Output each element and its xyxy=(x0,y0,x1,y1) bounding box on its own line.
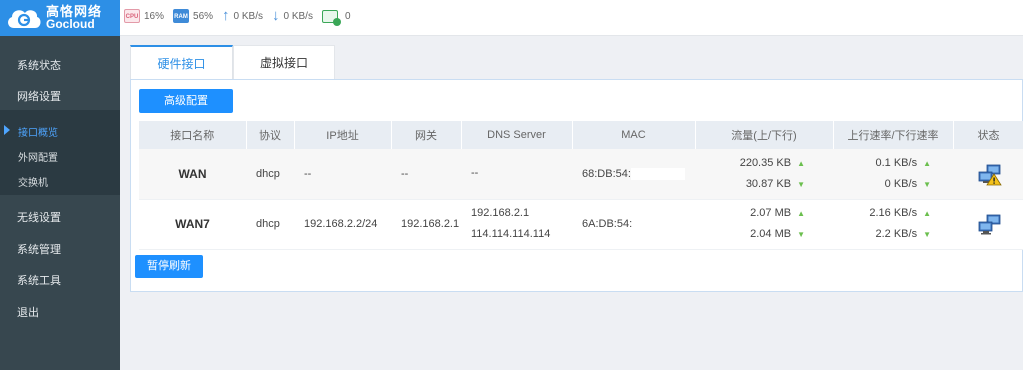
cell-traffic: 220.35 KB ▲ 30.87 KB ▼ xyxy=(695,149,833,200)
pause-refresh-button[interactable]: 暂停刷新 xyxy=(135,255,203,278)
cell-status xyxy=(953,199,1023,250)
online-devices: 0 xyxy=(321,9,351,26)
online-count: 0 xyxy=(344,10,351,22)
down-arrow-icon: ▼ xyxy=(923,230,931,239)
main-content: 硬件接口 虚拟接口 高级配置 接口名称 协议 IP地址 网关 DNS Serve… xyxy=(130,45,1023,293)
cell-dns: -- xyxy=(461,149,572,200)
cell-protocol: dhcp xyxy=(246,199,294,250)
cpu-usage: CPU 16% xyxy=(124,9,164,23)
download-value: 0 KB/s xyxy=(283,10,313,22)
active-marker-icon xyxy=(4,125,10,135)
online-devices-icon xyxy=(321,9,341,26)
download-arrow-icon: ↓ xyxy=(272,7,280,24)
table-row-wan7[interactable]: WAN7 dhcp 192.168.2.2/24 192.168.2.1 192… xyxy=(139,199,1023,250)
rate-up: 2.16 KB/s xyxy=(869,207,918,219)
dns-primary: 192.168.2.1 xyxy=(471,207,530,219)
sidebar-submenu: 接口概览 外网配置 交换机 xyxy=(0,110,120,195)
cell-status xyxy=(953,149,1023,200)
dns-secondary: 114.114.114.114 xyxy=(471,228,551,240)
sidebar-item-system-management[interactable]: 系统管理 xyxy=(17,241,61,257)
mac-value: 68:DB:54: xyxy=(582,167,631,180)
ram-icon: RAM xyxy=(173,9,190,23)
sidebar-item-wireless[interactable]: 无线设置 xyxy=(17,209,61,225)
advanced-config-button[interactable]: 高级配置 xyxy=(139,89,233,113)
col-header-dns: DNS Server xyxy=(461,121,573,149)
sidebar-subitem-switch[interactable]: 交换机 xyxy=(18,174,48,189)
interface-table: 接口名称 协议 IP地址 网关 DNS Server MAC 流量(上/下行) … xyxy=(139,121,1023,250)
col-header-status: 状态 xyxy=(953,121,1023,149)
col-header-rate: 上行速率/下行速率 xyxy=(833,121,954,149)
sidebar: 系统状态 网络设置 接口概览 外网配置 交换机 无线设置 系统管理 系统工具 退… xyxy=(0,36,120,370)
traffic-down: 2.04 MB xyxy=(750,228,792,240)
table-header-row: 接口名称 协议 IP地址 网关 DNS Server MAC 流量(上/下行) … xyxy=(139,121,1023,149)
cell-mac: 68:DB:54: xyxy=(572,149,695,200)
brand-name-en: Gocloud xyxy=(46,17,95,31)
col-header-gateway: 网关 xyxy=(391,121,462,149)
col-header-traffic: 流量(上/下行) xyxy=(695,121,834,149)
mac-redaction xyxy=(630,167,685,180)
cell-interface-name: WAN7 xyxy=(139,199,246,250)
cpu-icon: CPU xyxy=(124,9,140,23)
down-arrow-icon: ▼ xyxy=(797,179,805,189)
ram-value: 56% xyxy=(193,10,214,22)
dns-primary: -- xyxy=(471,167,479,180)
up-arrow-icon: ▲ xyxy=(923,158,931,168)
cell-ip: 192.168.2.2/24 xyxy=(294,199,391,250)
cell-rate: 0.1 KB/s ▲ 0 KB/s ▼ xyxy=(833,149,953,200)
top-bar: 高恪网络 Gocloud CPU 16% RAM 56% ↑ 0 KB/s ↓ … xyxy=(0,0,1023,36)
col-header-ip: IP地址 xyxy=(294,121,392,149)
cell-gateway: 192.168.2.1 xyxy=(391,199,461,250)
sidebar-item-network-settings[interactable]: 网络设置 xyxy=(17,88,61,104)
cell-dns: 192.168.2.1 114.114.114.114 xyxy=(461,199,572,250)
cell-protocol: dhcp xyxy=(246,149,294,200)
cell-mac: 6A:DB:54: xyxy=(572,199,695,250)
interface-panel: 高级配置 接口名称 协议 IP地址 网关 DNS Server MAC 流量(上… xyxy=(130,79,1023,292)
network-warning-icon xyxy=(978,164,1002,186)
rate-up: 0.1 KB/s xyxy=(875,156,918,169)
col-header-protocol: 协议 xyxy=(246,121,295,149)
cell-gateway: -- xyxy=(391,149,461,200)
brand-logo[interactable]: 高恪网络 Gocloud xyxy=(0,0,120,36)
down-arrow-icon: ▼ xyxy=(923,179,931,189)
sidebar-item-system-status[interactable]: 系统状态 xyxy=(17,57,61,73)
sidebar-subitem-interface-overview[interactable]: 接口概览 xyxy=(18,124,58,139)
sidebar-subitem-wan-config[interactable]: 外网配置 xyxy=(18,149,58,164)
upload-arrow-icon: ↑ xyxy=(222,7,230,24)
cell-rate: 2.16 KB/s ▲ 2.2 KB/s ▼ xyxy=(833,199,953,250)
rate-down: 0 KB/s xyxy=(884,177,918,190)
up-arrow-icon: ▲ xyxy=(797,209,805,218)
sidebar-item-system-tools[interactable]: 系统工具 xyxy=(17,272,61,288)
network-connected-icon xyxy=(978,214,1000,235)
rate-down: 2.2 KB/s xyxy=(875,228,918,240)
cloud-logo-icon xyxy=(5,5,43,31)
sidebar-item-logout[interactable]: 退出 xyxy=(17,304,39,320)
tab-hardware-interface[interactable]: 硬件接口 xyxy=(130,45,233,79)
cell-ip: -- xyxy=(294,149,391,200)
upload-speed: ↑ 0 KB/s xyxy=(222,7,263,24)
ram-usage: RAM 56% xyxy=(173,9,213,23)
upload-value: 0 KB/s xyxy=(233,10,263,22)
status-bar: CPU 16% RAM 56% ↑ 0 KB/s ↓ 0 KB/s 0 xyxy=(124,7,360,26)
traffic-down: 30.87 KB xyxy=(745,177,792,190)
col-header-name: 接口名称 xyxy=(139,121,247,149)
table-row-wan[interactable]: WAN dhcp -- -- -- 68:DB:54: 220.35 KB ▲ 3… xyxy=(139,149,1023,200)
up-arrow-icon: ▲ xyxy=(797,158,805,168)
cell-traffic: 2.07 MB ▲ 2.04 MB ▼ xyxy=(695,199,833,250)
traffic-up: 2.07 MB xyxy=(750,207,792,219)
cpu-value: 16% xyxy=(144,10,165,22)
down-arrow-icon: ▼ xyxy=(797,230,805,239)
tab-virtual-interface[interactable]: 虚拟接口 xyxy=(233,45,335,79)
cell-interface-name: WAN xyxy=(139,149,246,200)
download-speed: ↓ 0 KB/s xyxy=(272,7,313,24)
col-header-mac: MAC xyxy=(572,121,696,149)
up-arrow-icon: ▲ xyxy=(923,209,931,218)
traffic-up: 220.35 KB xyxy=(739,156,792,169)
